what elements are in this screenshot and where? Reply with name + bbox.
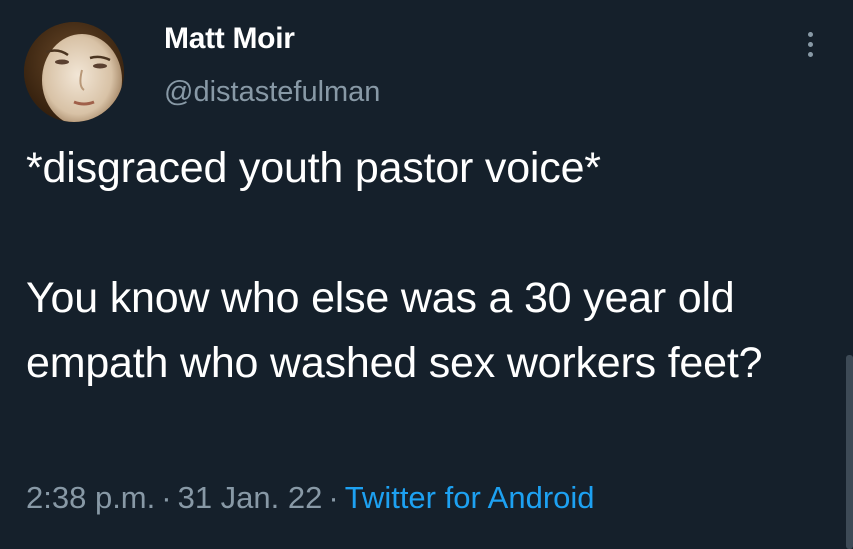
tweet-text: *disgraced youth pastor voice* You know … bbox=[26, 144, 763, 387]
tweet-meta: 2:38 p.m. · 31 Jan. 22 · Twitter for Android bbox=[26, 480, 595, 516]
author-display-name[interactable]: Matt Moir bbox=[164, 22, 295, 56]
author-handle[interactable]: @distastefulman bbox=[164, 76, 380, 109]
portrait-avatar-icon bbox=[24, 22, 124, 122]
tweet-source-link[interactable]: Twitter for Android bbox=[345, 480, 595, 515]
tweet-card: Matt Moir @distastefulman *disgraced you… bbox=[0, 0, 853, 549]
more-options-icon-dot bbox=[807, 51, 813, 57]
more-options-icon-dot bbox=[807, 41, 813, 47]
meta-separator: · bbox=[328, 480, 339, 515]
more-options-button[interactable] bbox=[796, 24, 824, 64]
avatar[interactable] bbox=[24, 22, 124, 122]
more-options-icon bbox=[807, 31, 813, 37]
tweet-date[interactable]: 31 Jan. 22 bbox=[178, 480, 323, 515]
meta-separator: · bbox=[161, 480, 172, 515]
scrollbar[interactable] bbox=[846, 355, 853, 549]
tweet-time[interactable]: 2:38 p.m. bbox=[26, 480, 155, 515]
